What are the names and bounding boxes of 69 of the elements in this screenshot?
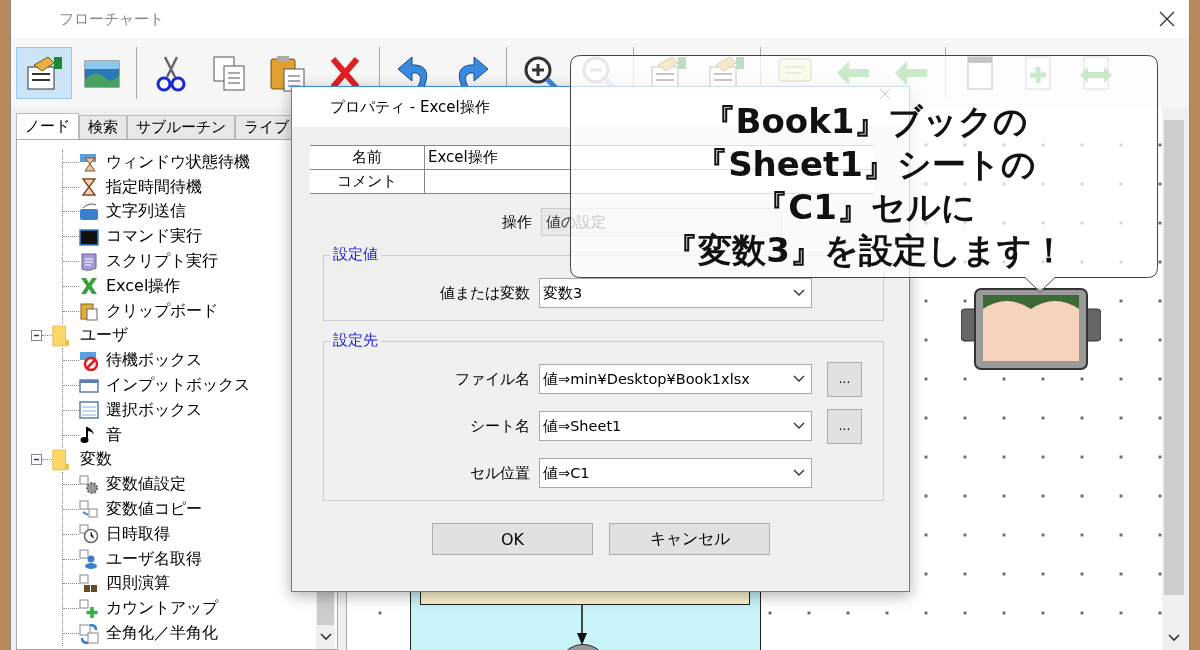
collapse-icon[interactable] [31,454,42,466]
tree-item[interactable]: 音 [106,424,122,446]
caret-icon [793,422,805,430]
tree-item[interactable]: クリップボード [106,300,218,322]
field-label: ファイル名 [454,369,531,389]
tree-item[interactable]: Excel操作 [106,275,181,297]
field-label: セル位置 [469,463,531,483]
tree-item[interactable]: 変数値設定 [106,474,186,496]
field-label: 値または変数 [439,283,531,303]
tab[interactable]: ノード [16,113,79,139]
browse-button[interactable]: ... [827,408,862,444]
dropdown[interactable]: 変数3 [539,278,812,308]
no-entry-icon [79,350,99,371]
tree-item[interactable]: ユーザ [80,325,128,347]
clipboard-icon [79,301,99,322]
tree-item[interactable]: 四則演算 [106,573,170,595]
spreadsheet-icon [79,276,99,297]
close-icon[interactable] [1159,11,1175,27]
window-title: フローチャート [59,9,164,29]
tree-item[interactable]: ユーザ名取得 [106,548,202,570]
dropdown[interactable]: 値⇒Sheet1 [539,411,812,441]
callout-text: 『変数3』を設定します！ [664,229,1066,272]
dialog-button[interactable]: キャンセル [609,523,770,555]
scroll-icon [79,251,99,272]
tree-item[interactable]: 文字列送信 [106,201,186,223]
scrollbar-thumb[interactable] [1164,120,1184,595]
dropdown[interactable]: 値⇒min¥Desktop¥Book1xlsx [539,364,812,394]
hourglass-icon [79,177,99,198]
folder-icon [52,448,70,471]
caret-icon [793,289,805,297]
terminal-icon [79,226,99,247]
hourglass-window-icon [79,152,99,173]
callout-text: 『C1』セルに [754,186,976,229]
tree-item[interactable]: スクリプト実行 [106,251,218,273]
browse-button[interactable]: ... [827,361,862,397]
tree-item[interactable]: コマンド実行 [106,226,202,248]
caret-icon [793,469,805,477]
keyboard-icon [79,202,99,222]
folder-icon [52,324,70,347]
tab[interactable]: サブルーチン [127,115,235,139]
dialog-title: プロパティ - Excel操作 [330,97,490,117]
group-title: 設定先 [330,331,381,350]
property-label: コメント [310,170,425,193]
dropdown[interactable]: 値⇒C1 [539,458,812,488]
tree-item[interactable]: 日時取得 [106,523,170,545]
tree-item[interactable]: 全角化／半角化 [106,623,218,645]
group-title: 設定値 [330,245,381,264]
tree-item[interactable]: インプットボックス [106,375,250,397]
connector-arrow [576,605,588,645]
user-icon [79,549,99,570]
collapse-icon[interactable] [31,330,42,342]
tree-item[interactable]: 選択ボックス [106,399,202,421]
tree-item[interactable]: 変数値コピー [106,499,202,521]
tree-item[interactable]: カウントアップ [106,598,218,620]
list-icon [79,400,99,421]
field-label: シート名 [469,416,531,436]
clock-icon [79,524,99,545]
field-label: 操作 [501,212,533,232]
callout-text: 『Sheet1』シートの [694,143,1036,186]
tree-item[interactable]: ウィンドウ状態待機 [106,151,250,173]
tree-item[interactable]: 待機ボックス [106,350,202,372]
tab[interactable]: 検索 [79,115,127,139]
dialog-button[interactable]: OK [432,523,593,555]
tree-item[interactable]: 指定時間待機 [106,176,202,198]
property-label: 名前 [310,146,425,169]
tree-item[interactable]: 変数 [80,449,112,471]
toolbar-button[interactable] [16,47,72,99]
caret-icon [793,375,805,383]
callout-text: 『Book1』ブックの [701,100,1029,143]
